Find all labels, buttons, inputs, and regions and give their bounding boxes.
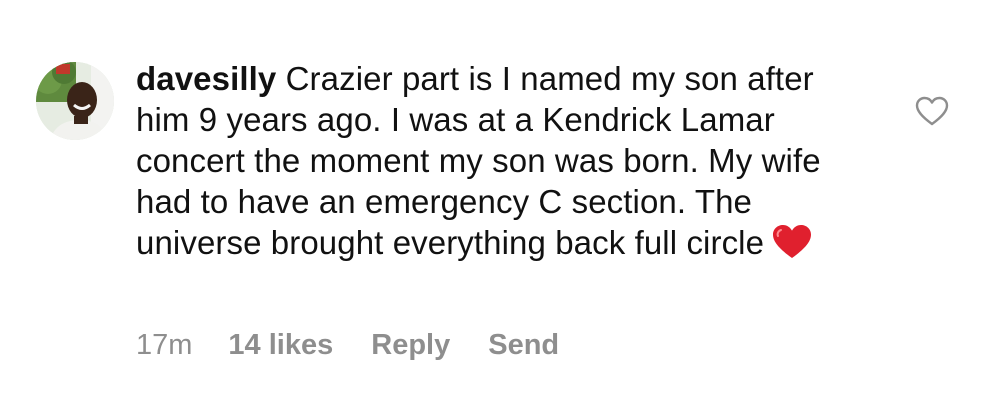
comment-time: 17m [136,329,193,361]
comment-text-block: davesilly Crazier part is I named my son… [136,58,856,269]
reply-button[interactable]: Reply [371,327,450,363]
send-button[interactable]: Send [488,327,559,363]
comment-meta: 17m 14 likes Reply Send [136,327,597,363]
comment-username[interactable]: davesilly [136,60,276,97]
red-heart-icon [772,224,812,269]
comment: davesilly Crazier part is I named my son… [0,0,1000,405]
avatar-photo [36,62,114,140]
comment-likes-count[interactable]: 14 likes [228,327,333,363]
avatar[interactable] [36,62,114,140]
like-button[interactable] [915,96,949,126]
heart-outline-icon [915,96,949,126]
comment-body: davesilly Crazier part is I named my son… [136,58,856,269]
